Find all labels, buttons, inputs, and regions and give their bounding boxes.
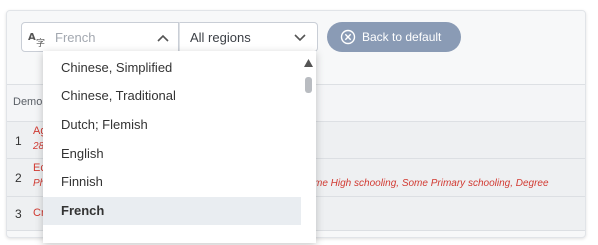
language-option[interactable]: Chinese, Traditional <box>43 82 301 110</box>
table-header-label: Demo <box>13 96 43 108</box>
language-option-selected[interactable]: French <box>43 197 301 225</box>
region-value: All regions <box>190 30 251 45</box>
language-placeholder: French <box>55 30 96 45</box>
language-option[interactable]: Chinese, Simplified <box>43 54 301 82</box>
close-circle-icon <box>340 29 356 45</box>
back-button-label: Back to default <box>362 30 442 44</box>
chevron-up-icon[interactable] <box>156 32 170 44</box>
language-option[interactable]: English <box>43 140 301 168</box>
scroll-up-arrow-icon[interactable] <box>304 59 313 67</box>
translate-icon: A 字 <box>28 32 45 47</box>
svg-text:字: 字 <box>36 37 45 47</box>
language-option[interactable]: Finnish <box>43 168 301 196</box>
language-option[interactable]: Dutch; Flemish <box>43 111 301 139</box>
row-number: 2 <box>15 171 22 185</box>
chevron-down-icon[interactable] <box>293 32 307 44</box>
language-dropdown-menu[interactable]: Chinese, Simplified Chinese, Traditional… <box>43 51 316 243</box>
svg-text:A: A <box>28 32 36 43</box>
scrollbar-thumb[interactable] <box>305 77 312 93</box>
back-to-default-button[interactable]: Back to default <box>327 22 461 52</box>
row-number: 3 <box>15 207 22 221</box>
row-detail: me High schooling, Some Primary schoolin… <box>314 178 549 189</box>
row-number: 1 <box>15 134 22 148</box>
dropdown-scrollbar[interactable] <box>301 51 316 243</box>
region-select[interactable]: All regions <box>179 22 318 52</box>
language-select[interactable]: A 字 French <box>21 22 179 52</box>
